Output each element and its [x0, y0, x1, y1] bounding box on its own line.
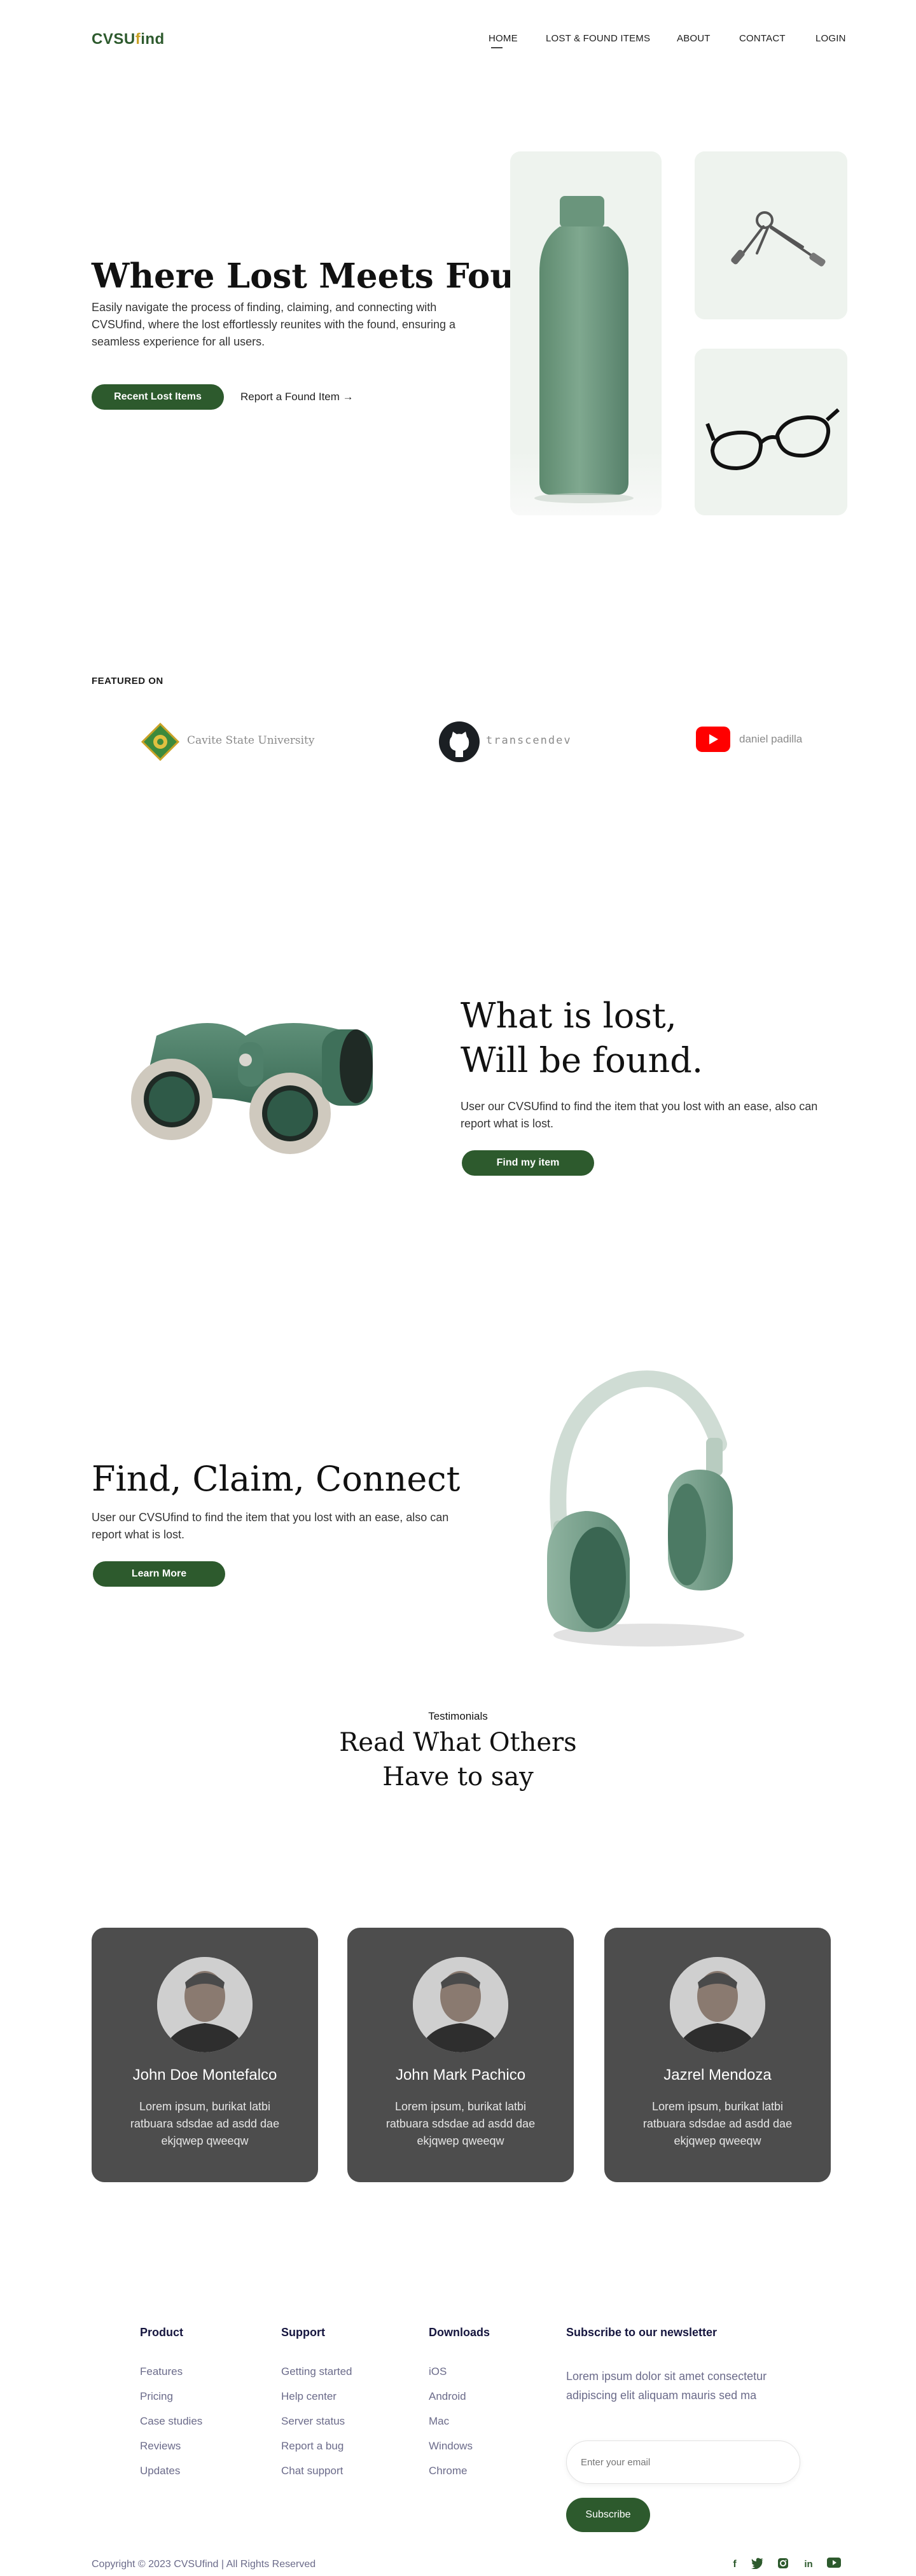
github-icon: [439, 721, 480, 762]
bottle-image: [510, 151, 662, 515]
footer-link-reviews[interactable]: Reviews: [140, 2440, 181, 2453]
testimonials-title-line1: Read What Others: [339, 1728, 577, 1757]
footer-newsletter-text: Lorem ipsum dolor sit amet consectetur a…: [566, 2370, 767, 2402]
footer-link-chrome[interactable]: Chrome: [429, 2465, 467, 2477]
learn-more-button[interactable]: Learn More: [93, 1561, 225, 1587]
testimonials-eyebrow: Testimonials: [428, 1710, 488, 1722]
footer-link-mac[interactable]: Mac: [429, 2415, 449, 2428]
testimonial-card: John Doe Montefalco Lorem ipsum, burikat…: [92, 1928, 318, 2182]
testimonial-name: Jazrel Mendoza: [663, 2066, 772, 2084]
footer-product-heading: Product: [140, 2326, 184, 2339]
youtube-icon[interactable]: [827, 2558, 841, 2572]
youtube-logo-icon: [696, 727, 730, 752]
avatar: [413, 1957, 508, 2052]
avatar: [157, 1957, 253, 2052]
testimonial-name: John Mark Pachico: [395, 2066, 526, 2084]
brand-name-start: CVSU: [92, 31, 135, 48]
nav-about[interactable]: ABOUT: [677, 33, 711, 44]
glasses-image: [695, 349, 847, 515]
footer-newsletter-heading: Subscribe to our newsletter: [566, 2326, 718, 2339]
footer-link-server-status[interactable]: Server status: [281, 2415, 345, 2428]
footer-link-updates[interactable]: Updates: [140, 2465, 180, 2477]
testimonial-name: John Doe Montefalco: [132, 2066, 277, 2084]
linkedin-icon[interactable]: in: [802, 2558, 815, 2572]
headphones-image: [534, 1368, 763, 1660]
footer-link-case-studies[interactable]: Case studies: [140, 2415, 202, 2428]
avatar: [670, 1957, 765, 2052]
binoculars-image: [118, 998, 385, 1163]
subscribe-button[interactable]: Subscribe: [566, 2498, 650, 2532]
footer-link-ios[interactable]: iOS: [429, 2365, 447, 2378]
footer-link-chat-support[interactable]: Chat support: [281, 2465, 343, 2477]
report-found-item-link[interactable]: Report a Found Item →: [240, 391, 354, 403]
connect-section-description: User our CVSUfind to find the item that …: [92, 1511, 449, 1541]
facebook-icon[interactable]: f: [728, 2558, 742, 2572]
testimonial-text: Lorem ipsum, burikat latbi ratbuara sdsd…: [385, 2100, 536, 2147]
copyright-text: Copyright © 2023 CVSUfind | All Rights R…: [92, 2559, 316, 2570]
testimonials-title-line2: Have to say: [382, 1762, 534, 1792]
footer-link-android[interactable]: Android: [429, 2390, 466, 2403]
hero-title: Where Lost Meets Found.: [92, 256, 574, 296]
find-my-item-button[interactable]: Find my item: [462, 1150, 594, 1176]
instagram-icon[interactable]: [776, 2558, 790, 2572]
lost-section-title-line2: Will be found.: [461, 1040, 704, 1080]
newsletter-email-input[interactable]: [566, 2440, 800, 2484]
cavite-state-university-seal-icon: [141, 722, 180, 762]
nav-lost-found[interactable]: LOST & FOUND ITEMS: [546, 33, 650, 44]
brand-logo[interactable]: CVSUfind: [92, 31, 165, 48]
connect-section-title: Find, Claim, Connect: [92, 1459, 461, 1499]
lost-section-title-line1: What is lost,: [461, 996, 677, 1036]
nav-login[interactable]: LOGIN: [815, 33, 846, 44]
featured-cavite-state-university: Cavite State University: [187, 734, 315, 747]
footer-link-pricing[interactable]: Pricing: [140, 2390, 173, 2403]
footer-link-windows[interactable]: Windows: [429, 2440, 473, 2453]
twitter-icon[interactable]: [751, 2558, 765, 2572]
nav-home[interactable]: HOME: [489, 33, 518, 44]
brand-name-end: ind: [141, 31, 165, 48]
testimonial-card: Jazrel Mendoza Lorem ipsum, burikat latb…: [604, 1928, 831, 2182]
featured-transcendev: transcendev: [486, 734, 572, 747]
hero-description: Easily navigate the process of finding, …: [92, 301, 455, 348]
featured-on-label: FEATURED ON: [92, 676, 163, 686]
keys-image: [695, 151, 847, 319]
footer-downloads-heading: Downloads: [429, 2326, 490, 2339]
recent-lost-items-button[interactable]: Recent Lost Items: [92, 384, 224, 410]
brand-name-accent: f: [135, 31, 141, 48]
nav-contact[interactable]: CONTACT: [739, 33, 786, 44]
footer-link-report-bug[interactable]: Report a bug: [281, 2440, 344, 2453]
testimonial-card: John Mark Pachico Lorem ipsum, burikat l…: [347, 1928, 574, 2182]
testimonial-text: Lorem ipsum, burikat latbi ratbuara sdsd…: [130, 2100, 280, 2147]
footer-link-features[interactable]: Features: [140, 2365, 183, 2378]
nav-active-indicator: [491, 47, 503, 48]
lost-section-description: User our CVSUfind to find the item that …: [461, 1100, 818, 1130]
featured-daniel-padilla: daniel padilla: [739, 733, 803, 745]
testimonial-text: Lorem ipsum, burikat latbi ratbuara sdsd…: [642, 2100, 793, 2147]
footer-link-getting-started[interactable]: Getting started: [281, 2365, 352, 2378]
footer-support-heading: Support: [281, 2326, 325, 2339]
footer-link-help-center[interactable]: Help center: [281, 2390, 337, 2403]
